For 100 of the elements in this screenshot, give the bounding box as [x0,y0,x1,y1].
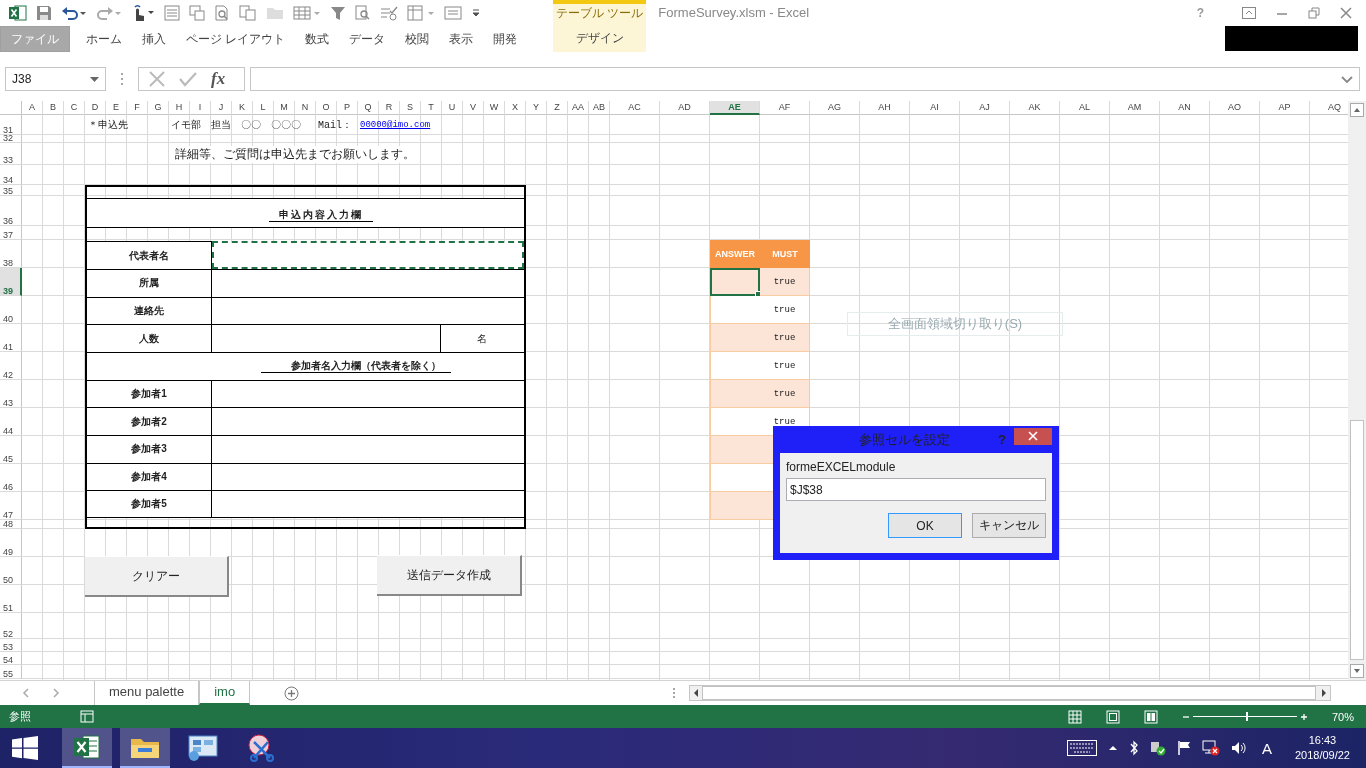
more-options-icon[interactable] [120,72,124,86]
column-header[interactable]: AN [1160,101,1210,115]
formula-input[interactable] [250,67,1360,91]
save-icon[interactable] [36,4,52,21]
search-icon[interactable] [355,4,371,21]
insert-function-button[interactable]: fx [211,69,226,89]
print-preview-icon[interactable] [214,4,230,21]
row-header[interactable]: 43 [0,380,22,408]
ribbon-tab[interactable]: 開発 [483,26,528,51]
add-sheet-icon[interactable] [284,685,300,701]
input-cell[interactable] [211,435,524,463]
row-header[interactable]: 35 [0,185,22,196]
more-options-icon[interactable] [672,687,677,699]
page-break-icon[interactable] [1143,709,1158,724]
column-header[interactable]: AE [710,101,760,115]
column-header[interactable]: W [484,101,505,115]
row-header[interactable]: 54 [0,652,22,665]
row-header[interactable]: 55 [0,665,22,679]
expand-caret-icon[interactable] [1341,75,1353,83]
restore-icon[interactable] [1308,6,1320,19]
ribbon-tab[interactable]: データ [339,26,396,51]
column-header[interactable]: E [106,101,127,115]
column-header[interactable]: U [442,101,463,115]
column-header[interactable]: Q [358,101,379,115]
sheet-button[interactable]: 送信データ作成 [377,555,522,596]
ribbon-tab[interactable]: ホーム [76,26,132,51]
document-copy-icon[interactable] [239,4,257,21]
row-header[interactable]: 33 [0,143,22,165]
column-header[interactable]: AH [860,101,910,115]
shield-icon[interactable] [1149,740,1166,756]
column-header[interactable]: J [211,101,232,115]
row-header[interactable]: 39 [0,268,22,296]
column-header[interactable]: AG [810,101,860,115]
row-header[interactable]: 34 [0,165,22,185]
column-header[interactable]: I [190,101,211,115]
column-header[interactable]: C [64,101,85,115]
column-header[interactable]: G [148,101,169,115]
sheet-tab[interactable]: imo [199,681,251,705]
row-header[interactable]: 50 [0,557,22,585]
row-header[interactable]: 53 [0,639,22,652]
column-header[interactable]: P [337,101,358,115]
column-header[interactable]: AA [568,101,589,115]
column-header[interactable]: AM [1110,101,1160,115]
dialog-button[interactable]: OK [888,513,962,538]
input-cell[interactable] [211,490,524,519]
scroll-down-icon[interactable] [1350,664,1364,678]
row-header[interactable]: 51 [0,585,22,613]
close-button[interactable] [1014,427,1052,445]
column-header[interactable]: O [316,101,337,115]
touch-mode-icon[interactable] [131,3,155,22]
row-header[interactable]: 46 [0,464,22,492]
column-header[interactable]: K [232,101,253,115]
copy-window-icon[interactable] [189,4,205,21]
filter-icon[interactable] [330,4,346,21]
input-cell[interactable] [211,241,524,270]
normal-view-icon[interactable] [1067,709,1082,724]
page-layout-icon[interactable] [1105,709,1120,724]
input-cell[interactable] [211,269,524,297]
column-header[interactable]: V [463,101,484,115]
row-header[interactable]: 31 [0,115,22,135]
column-header[interactable]: A [22,101,43,115]
dialog-button[interactable]: キャンセル [972,513,1046,538]
row-header[interactable]: 49 [0,529,22,557]
column-header[interactable]: T [421,101,442,115]
column-header[interactable]: AL [1060,101,1110,115]
column-header[interactable]: B [43,101,64,115]
check-icon[interactable] [179,71,197,87]
column-header[interactable]: AK [1010,101,1060,115]
taskbar-app[interactable] [62,728,112,768]
ribbon-tab[interactable]: 数式 [295,26,340,51]
grid-icon[interactable] [293,4,321,21]
row-header[interactable]: 47 [0,492,22,520]
column-header[interactable]: M [274,101,295,115]
name-box[interactable]: J38 [5,67,106,91]
row-header[interactable]: 41 [0,324,22,352]
ribbon-tab[interactable]: デザイン [556,25,644,52]
column-header[interactable]: AC [610,101,660,115]
ribbon-tab[interactable]: 挿入 [132,26,176,51]
column-header[interactable]: AP [1260,101,1310,115]
input-cell[interactable] [211,379,524,408]
zoom-level[interactable]: 70% [1331,710,1354,723]
column-header[interactable]: Z [547,101,568,115]
answer-cell[interactable] [710,268,760,296]
taskbar-app[interactable] [120,728,170,768]
column-header[interactable]: Y [526,101,547,115]
windows-start-icon[interactable] [12,736,38,760]
input-cell[interactable] [211,324,441,353]
row-header[interactable]: 44 [0,408,22,436]
column-header[interactable]: AF [760,101,810,115]
row-header[interactable]: 36 [0,196,22,226]
mail-link[interactable]: 00000@imo.com [358,120,431,130]
vertical-scrollbar[interactable] [1348,101,1366,680]
column-header[interactable]: H [169,101,190,115]
slider-thumb[interactable] [1246,712,1249,721]
undo-icon[interactable] [61,4,87,21]
keyboard-icon[interactable] [1066,740,1097,756]
input-cell[interactable] [211,462,524,491]
input-cell[interactable] [211,407,524,436]
column-header[interactable]: X [505,101,526,115]
ribbon-display-icon[interactable] [1242,6,1256,19]
